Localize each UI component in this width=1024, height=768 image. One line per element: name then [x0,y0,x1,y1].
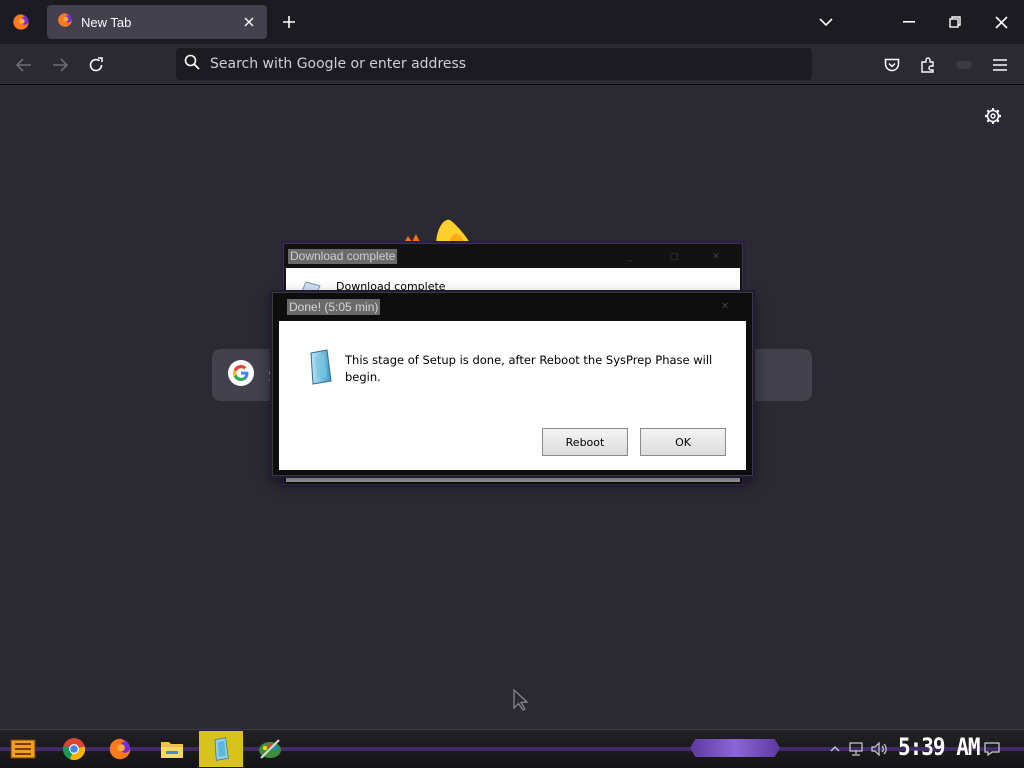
volume-icon[interactable] [870,740,888,758]
reload-icon[interactable] [83,52,109,78]
setup-app-icon [307,349,333,385]
navigation-toolbar [0,44,1024,85]
setup-app-icon[interactable] [199,731,243,767]
dialog-title: Done! (5:05 min) [287,299,381,315]
close-tab-icon[interactable] [241,14,257,30]
new-tab-button[interactable] [278,11,300,33]
dialog-message: This stage of Setup is done, after Reboo… [345,353,713,384]
back-arrow-icon[interactable] [11,52,37,78]
dialog-title: Download complete [288,249,398,264]
minimize-button[interactable]: _ [610,250,650,264]
gear-icon[interactable] [982,105,1004,127]
chevron-down-icon[interactable] [815,12,837,32]
profile-icon[interactable] [951,52,977,78]
taskbar-clock[interactable]: 5:39 AM [898,733,981,761]
setup-done-dialog[interactable]: Done! (5:05 min) ✕ This stage of Setup i… [272,292,753,476]
mouse-cursor-icon [512,688,530,712]
file-explorer-icon[interactable] [150,731,194,767]
pocket-icon[interactable] [879,52,905,78]
forward-arrow-icon[interactable] [47,52,73,78]
restore-button[interactable] [932,0,978,44]
google-icon [228,360,254,390]
tab-strip: New Tab [0,0,1024,44]
firefox-icon [57,12,73,32]
url-input[interactable] [210,56,812,72]
tab-title: New Tab [81,14,132,30]
chrome-icon[interactable] [52,731,96,767]
maximize-button[interactable]: □ [654,250,694,264]
ok-button[interactable]: OK [640,428,726,456]
hamburger-menu-icon[interactable] [987,52,1013,78]
network-icon[interactable] [847,740,865,758]
reboot-button[interactable]: Reboot [542,428,628,456]
close-window-button[interactable] [978,0,1024,44]
search-icon [184,54,200,74]
extensions-icon[interactable] [915,52,941,78]
address-bar[interactable] [176,48,812,80]
start-button[interactable] [2,731,46,767]
dialog-body: This stage of Setup is done, after Reboo… [279,321,746,470]
taskbar-ornament [690,739,780,757]
paint-app-icon[interactable] [248,731,292,767]
minimize-button[interactable] [886,0,932,44]
progress-bar [286,476,740,482]
firefox-menu-icon[interactable] [8,9,34,35]
notification-icon[interactable] [983,740,1001,758]
firefox-logo [400,216,480,246]
taskbar: 5:39 AM [0,729,1024,768]
close-button[interactable]: ✕ [713,299,737,315]
tab-new-tab[interactable]: New Tab [47,5,267,39]
close-button[interactable]: ✕ [696,250,736,264]
firefox-icon[interactable] [98,731,142,767]
chevron-up-icon[interactable] [826,740,844,758]
